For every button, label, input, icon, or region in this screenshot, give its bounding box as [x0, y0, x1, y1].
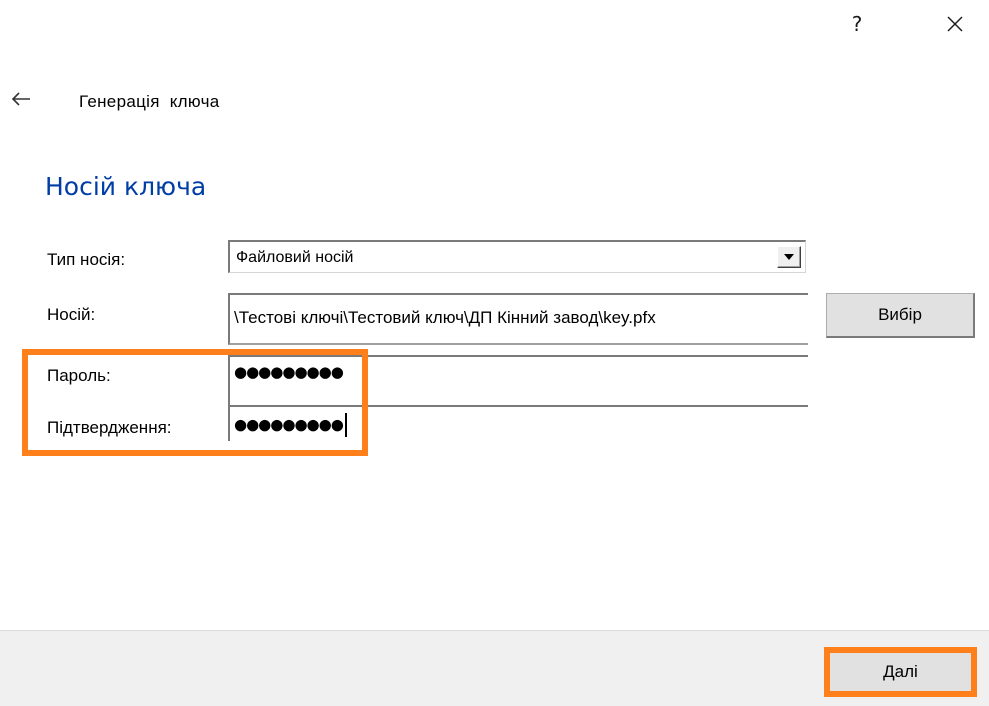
- media-path-value: \Тестові ключі\Тестовий ключ\ДП Кінний з…: [234, 308, 656, 327]
- next-button[interactable]: Далі: [824, 647, 977, 697]
- close-button[interactable]: [932, 0, 978, 48]
- media-path-field[interactable]: \Тестові ключі\Тестовий ключ\ДП Кінний з…: [228, 293, 808, 345]
- wizard-title: Генерація ключа: [79, 92, 220, 111]
- media-type-select[interactable]: Файловий носій: [228, 240, 806, 273]
- close-icon: [947, 16, 963, 32]
- media-type-label: Тип носія:: [47, 250, 126, 269]
- help-button[interactable]: ?: [834, 0, 880, 48]
- back-button[interactable]: [6, 86, 36, 112]
- password-highlight-frame: [22, 349, 368, 456]
- media-type-value: Файловий носій: [236, 249, 354, 266]
- arrow-left-icon: [11, 92, 30, 106]
- dropdown-button[interactable]: [777, 246, 801, 268]
- choose-button[interactable]: Вибір: [826, 293, 975, 338]
- media-label: Носій:: [47, 305, 96, 324]
- help-icon: ?: [851, 12, 863, 36]
- chevron-down-icon: [784, 254, 794, 260]
- section-heading: Носій ключа: [45, 172, 207, 201]
- dialog-window: ? Генерація ключа Носій ключа Тип носія:…: [0, 0, 989, 706]
